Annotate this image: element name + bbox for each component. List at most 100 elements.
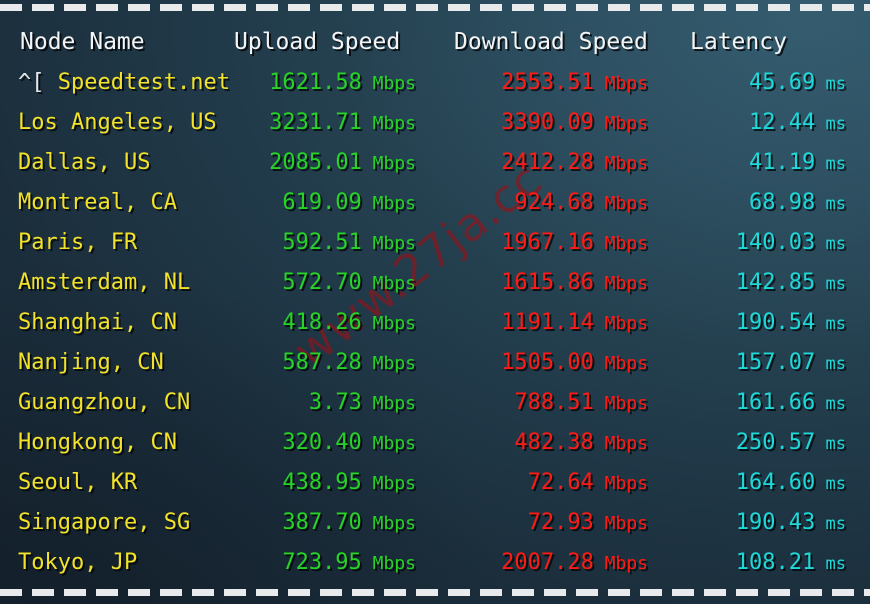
latency-value: 68.98 [749, 189, 816, 215]
top-dashed-divider [0, 4, 870, 11]
column-header-latency: Latency [690, 29, 787, 55]
cell-upload-speed: 438.95 Mbps [222, 470, 434, 495]
cell-latency: 45.69 ms [666, 70, 870, 95]
download-unit: Mbps [593, 312, 648, 334]
cell-upload-speed: 3.73 Mbps [222, 390, 434, 415]
upload-value: 592.51 [282, 229, 362, 255]
latency-value: 12.44 [749, 109, 816, 135]
cell-latency: 190.43 ms [666, 510, 870, 535]
cell-download-speed: 72.64 Mbps [434, 470, 666, 495]
table-row: Paris, FR 592.51 Mbps 1967.16 Mbps 140.03 m… [0, 222, 870, 262]
table-row: Montreal, CA 619.09 Mbps 924.68 Mbps 68.98 … [0, 182, 870, 222]
cell-upload-speed: 418.26 Mbps [222, 310, 434, 335]
cell-download-speed: 924.68 Mbps [434, 190, 666, 215]
cell-download-speed: 788.51 Mbps [434, 390, 666, 415]
cell-upload-speed: 723.95 Mbps [222, 550, 434, 575]
latency-value: 157.07 [735, 349, 816, 375]
upload-unit: Mbps [361, 152, 416, 174]
download-value: 1967.16 [501, 229, 594, 255]
upload-unit: Mbps [361, 392, 416, 414]
upload-value: 2085.01 [269, 149, 362, 175]
table-row: Amsterdam, NL 572.70 Mbps 1615.86 Mbps 142.… [0, 262, 870, 302]
table-row: Shanghai, CN 418.26 Mbps 1191.14 Mbps 190.5… [0, 302, 870, 342]
cell-download-speed: 3390.09 Mbps [434, 110, 666, 135]
table-row: Los Angeles, US 3231.71 Mbps 3390.09 Mbps 1… [0, 102, 870, 142]
table-row: Guangzhou, CN 3.73 Mbps 788.51 Mbps 161.66 … [0, 382, 870, 422]
table-row: Dallas, US 2085.01 Mbps 2412.28 Mbps 41.19 … [0, 142, 870, 182]
latency-value: 190.54 [735, 309, 816, 335]
upload-unit: Mbps [361, 72, 416, 94]
upload-value: 387.70 [282, 509, 362, 535]
upload-value: 619.09 [282, 189, 362, 215]
cell-node-name: Los Angeles, US [0, 110, 222, 135]
cell-latency: 142.85 ms [666, 270, 870, 295]
cell-upload-speed: 320.40 Mbps [222, 430, 434, 455]
latency-unit: ms [815, 513, 846, 534]
table-row: Singapore, SG 387.70 Mbps 72.93 Mbps 190.43… [0, 502, 870, 542]
node-name-label: Montreal, CA [18, 189, 177, 215]
latency-value: 140.03 [735, 229, 816, 255]
node-name-label: Hongkong, CN [18, 429, 177, 455]
upload-value: 587.28 [282, 349, 362, 375]
download-unit: Mbps [593, 152, 648, 174]
latency-value: 190.43 [735, 509, 816, 535]
cell-upload-speed: 587.28 Mbps [222, 350, 434, 375]
cell-upload-speed: 3231.71 Mbps [222, 110, 434, 135]
upload-unit: Mbps [361, 272, 416, 294]
cell-download-speed: 2553.51 Mbps [434, 70, 666, 95]
download-value: 1615.86 [501, 269, 594, 295]
node-name-label: Amsterdam, NL [18, 269, 191, 295]
download-unit: Mbps [593, 192, 648, 214]
download-unit: Mbps [593, 552, 648, 574]
table-row: Hongkong, CN 320.40 Mbps 482.38 Mbps 250.57… [0, 422, 870, 462]
column-header-node-name: Node Name [20, 29, 145, 55]
node-name-label: Nanjing, CN [18, 349, 164, 375]
upload-unit: Mbps [361, 232, 416, 254]
latency-unit: ms [815, 473, 846, 494]
upload-unit: Mbps [361, 552, 416, 574]
download-value: 3390.09 [501, 109, 594, 135]
download-value: 2412.28 [501, 149, 594, 175]
download-unit: Mbps [593, 232, 648, 254]
latency-value: 164.60 [735, 469, 816, 495]
latency-unit: ms [815, 553, 846, 574]
cell-upload-speed: 592.51 Mbps [222, 230, 434, 255]
cell-latency: 68.98 ms [666, 190, 870, 215]
latency-unit: ms [815, 113, 846, 134]
column-header-download-speed: Download Speed [454, 29, 648, 55]
cell-upload-speed: 2085.01 Mbps [222, 150, 434, 175]
cell-node-name: Paris, FR [0, 230, 222, 255]
table-row: Nanjing, CN 587.28 Mbps 1505.00 Mbps 157.07… [0, 342, 870, 382]
latency-value: 142.85 [735, 269, 816, 295]
latency-unit: ms [815, 153, 846, 174]
cell-node-name: Guangzhou, CN [0, 390, 222, 415]
cell-upload-speed: 387.70 Mbps [222, 510, 434, 535]
upload-value: 723.95 [282, 549, 362, 575]
table-body: ^[ Speedtest.net 1621.58 Mbps 2553.51 Mbps… [0, 62, 870, 582]
cell-node-name: Seoul, KR [0, 470, 222, 495]
latency-value: 250.57 [735, 429, 816, 455]
cell-node-name: Hongkong, CN [0, 430, 222, 455]
cell-download-speed: 72.93 Mbps [434, 510, 666, 535]
download-value: 2553.51 [501, 69, 594, 95]
latency-value: 41.19 [749, 149, 816, 175]
download-unit: Mbps [593, 472, 648, 494]
upload-value: 320.40 [282, 429, 362, 455]
cell-node-name: Amsterdam, NL [0, 270, 222, 295]
upload-value: 438.95 [282, 469, 362, 495]
download-unit: Mbps [593, 72, 648, 94]
bottom-dashed-divider [0, 589, 870, 596]
download-value: 924.68 [514, 189, 594, 215]
cell-latency: 108.21 ms [666, 550, 870, 575]
node-name-label: Seoul, KR [18, 469, 138, 495]
cell-node-name: Nanjing, CN [0, 350, 222, 375]
cell-node-name: Shanghai, CN [0, 310, 222, 335]
upload-unit: Mbps [361, 192, 416, 214]
node-name-label: Shanghai, CN [18, 309, 177, 335]
download-unit: Mbps [593, 392, 648, 414]
cell-latency: 12.44 ms [666, 110, 870, 135]
terminal-speedtest-window: www.27ja.cc Node Name Upload Speed Downl… [0, 0, 870, 604]
table-row: Tokyo, JP 723.95 Mbps 2007.28 Mbps 108.21 m… [0, 542, 870, 582]
cell-node-name: Singapore, SG [0, 510, 222, 535]
download-unit: Mbps [593, 272, 648, 294]
